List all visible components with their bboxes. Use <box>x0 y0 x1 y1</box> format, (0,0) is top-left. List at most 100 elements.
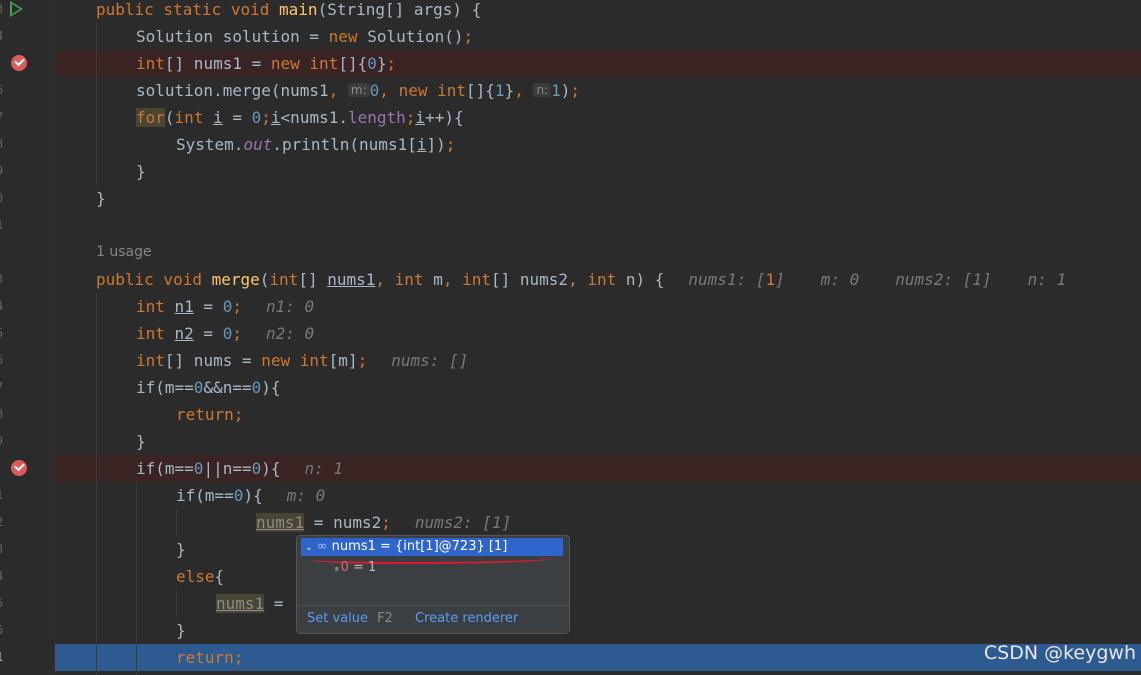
line-number: 6 <box>0 83 6 97</box>
code-text: = <box>264 594 284 613</box>
code-line[interactable]: if(m==0||n==0){n: 1 <box>136 455 343 482</box>
parameter: m <box>433 270 443 289</box>
code-line[interactable]: if(m==0&&n==0){ <box>136 374 281 401</box>
code-line[interactable]: if(m==0){m: 0 <box>176 482 325 509</box>
keyword: int <box>136 297 175 316</box>
indent-guide <box>176 590 177 617</box>
code-line[interactable]: System.out.println(nums1[i]); <box>176 131 455 158</box>
expand-chevron-icon[interactable]: ⌄ <box>305 543 313 553</box>
editor-gutter[interactable]: 3 4 6 7 8 9 0 1 3 4 5 6 7 8 9 1 2 3 4 5 … <box>0 0 55 675</box>
breakpoint-icon[interactable] <box>11 55 27 71</box>
code-line[interactable]: nums1 = <box>216 590 283 617</box>
code-line[interactable]: int n2 = 0; n2: 0 <box>136 320 314 347</box>
inline-debug-value: nums2: [1] <box>895 270 992 289</box>
line-number: 6 <box>0 353 6 367</box>
code-line[interactable]: int n1 = 0; n1: 0 <box>136 293 314 320</box>
code-text: [] nums1 = <box>164 54 271 73</box>
code-text: ) { <box>635 270 665 289</box>
code-line[interactable]: Solution solution = new Solution(); <box>136 23 473 50</box>
code-text: [] nums = <box>164 351 262 370</box>
method-name: merge <box>211 270 260 289</box>
code-text: } <box>376 54 387 73</box>
usage-hint[interactable]: 1 usage <box>96 244 152 260</box>
keyword: int <box>462 270 491 289</box>
comma: , <box>328 81 348 100</box>
code-line[interactable]: } <box>176 617 186 644</box>
code-line[interactable]: nums1 = nums2; nums2: [1] <box>256 509 511 536</box>
code-line[interactable]: int[] nums1 = new int[]{0}; <box>136 50 396 77</box>
line-number: 9 <box>0 434 6 448</box>
code-line[interactable]: } <box>136 428 146 455</box>
inline-debug-value: nums: [] <box>391 351 469 370</box>
code-text: solution.merge(nums1 <box>136 81 329 100</box>
number-literal: 1 <box>551 81 561 100</box>
code-line[interactable]: int[] nums = new int[m]; nums: [] <box>136 347 468 374</box>
code-text: = <box>193 324 223 343</box>
code-text: Solution solution = <box>136 27 329 46</box>
code-line[interactable]: return; <box>176 401 243 428</box>
line-number: 3 <box>0 2 6 16</box>
code-text: = nums2 <box>304 513 382 532</box>
inline-value-text: nums1: [ <box>688 270 766 289</box>
number-literal: 0 <box>233 486 244 505</box>
inline-debug-value: n: 1 <box>304 459 344 478</box>
code-line[interactable]: solution.merge(nums1, m: 0, new int[]{1},… <box>136 77 580 106</box>
code-line[interactable]: else{ <box>176 563 224 590</box>
code-line[interactable]: public void merge(int[] nums1, int m, in… <box>96 266 1066 293</box>
breakpoint-icon[interactable] <box>11 460 27 476</box>
indent-guide <box>96 293 97 675</box>
code-text: ) <box>560 81 571 100</box>
semicolon: ; <box>381 513 391 532</box>
code-text: ){ <box>261 459 281 478</box>
run-icon[interactable] <box>10 1 23 17</box>
inline-debug-value: m: 0 <box>820 270 860 289</box>
semicolon: ; <box>445 135 456 154</box>
code-text: ( <box>259 270 270 289</box>
keyword: int <box>136 324 175 343</box>
hovered-variable[interactable]: nums1 <box>256 513 305 532</box>
keyword: int <box>174 108 214 127</box>
code-line[interactable]: for(int i = 0;i<nums1.length;i++){ <box>136 104 464 131</box>
code-text: [m] <box>328 351 358 370</box>
inline-debug-value: nums1: [1] <box>688 270 784 289</box>
indent-guide <box>96 23 97 185</box>
number-literal: 0 <box>251 459 262 478</box>
indent-guide <box>176 509 177 536</box>
variable: i <box>415 108 426 127</box>
set-value-link[interactable]: Set value <box>307 611 368 626</box>
indent-guide <box>136 482 137 675</box>
code-line[interactable]: return; <box>176 644 243 671</box>
number-literal: 0 <box>193 378 204 397</box>
inline-debug-value: nums2: [1] <box>414 513 512 532</box>
code-line[interactable]: } <box>136 158 146 185</box>
watermark: CSDN @keygwh <box>983 642 1136 664</box>
line-number: 0 <box>0 191 6 205</box>
code-text: System. <box>176 135 244 154</box>
variable-tree-child[interactable]: ₈0 = 1 <box>335 559 376 577</box>
semicolon: ; <box>261 108 271 127</box>
line-number: 6 <box>0 623 6 637</box>
inline-debug-value: n: 1 <box>1027 270 1067 289</box>
keyword: new <box>328 27 368 46</box>
keyword: int <box>299 351 329 370</box>
debug-value-popup[interactable]: ⌄ ∞ nums1 = {int[1]@723} [1] ₈0 = 1 Set … <box>296 535 570 634</box>
inline-debug-value: n1: 0 <box>265 297 315 316</box>
code-line[interactable]: public static void main(String[] args) { <box>96 0 481 23</box>
keyword: int <box>136 351 165 370</box>
variable: i <box>270 108 281 127</box>
line-number: 5 <box>0 596 6 610</box>
keyword: return <box>176 648 234 667</box>
create-renderer-link[interactable]: Create renderer <box>415 611 518 626</box>
code-line[interactable]: } <box>176 536 186 563</box>
line-number: 4 <box>0 569 6 583</box>
code-line[interactable]: } <box>96 185 106 212</box>
comma: , <box>568 270 588 289</box>
semicolon: ; <box>233 405 244 424</box>
number-literal: 0 <box>367 54 377 73</box>
number-literal: 1 <box>494 81 505 100</box>
line-number: 1 <box>0 218 6 232</box>
inline-value-changed: 1 <box>765 270 776 289</box>
static-field: out <box>243 135 273 154</box>
line-number: 4 <box>0 29 6 43</box>
comma: , <box>375 270 395 289</box>
